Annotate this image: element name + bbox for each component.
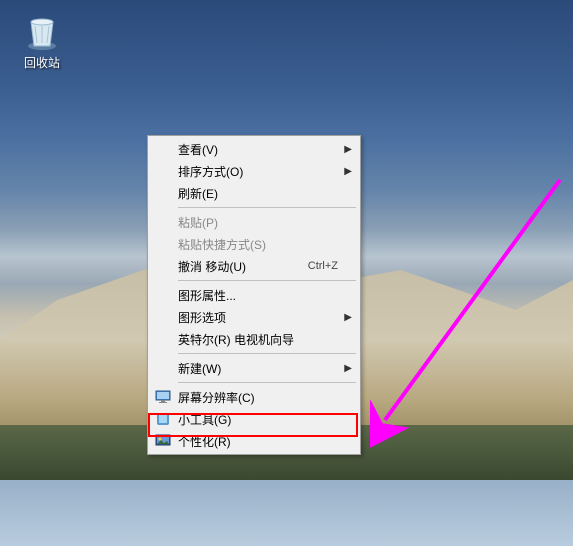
wallpaper-water: [0, 480, 573, 546]
menu-item-12[interactable]: 新建(W) ▶: [150, 357, 358, 379]
menu-item-label: 撤消 移动(U): [178, 258, 246, 275]
menu-separator: [178, 382, 356, 383]
menu-item-label: 个性化(R): [178, 433, 231, 450]
monitor-icon: [155, 389, 171, 405]
menu-shortcut: Ctrl+Z: [308, 260, 338, 272]
menu-item-4: 粘贴(P): [150, 211, 358, 233]
menu-item-label: 粘贴快捷方式(S): [178, 236, 266, 253]
recycle-bin-label: 回收站: [24, 54, 60, 71]
recycle-bin-icon[interactable]: 回收站: [12, 10, 72, 71]
chevron-right-icon: ▶: [344, 363, 352, 374]
menu-item-1[interactable]: 排序方式(O) ▶: [150, 160, 358, 182]
menu-item-label: 排序方式(O): [178, 163, 243, 180]
menu-item-label: 粘贴(P): [178, 214, 218, 231]
menu-item-label: 查看(V): [178, 141, 218, 158]
menu-item-label: 新建(W): [178, 360, 221, 377]
desktop-wallpaper[interactable]: 回收站 查看(V) ▶ 排序方式(O) ▶ 刷新(E) 粘贴(P) 粘贴快捷方式(S) 撤消 …: [0, 0, 573, 546]
chevron-right-icon: ▶: [344, 144, 352, 155]
personalize-icon: [155, 433, 171, 449]
menu-item-label: 图形属性...: [178, 287, 236, 304]
menu-item-2[interactable]: 刷新(E): [150, 182, 358, 204]
menu-item-5: 粘贴快捷方式(S): [150, 233, 358, 255]
menu-separator: [178, 280, 356, 281]
gadget-icon: [155, 411, 171, 427]
menu-item-15[interactable]: 小工具(G): [150, 408, 358, 430]
menu-item-label: 图形选项: [178, 309, 226, 326]
menu-item-0[interactable]: 查看(V) ▶: [150, 138, 358, 160]
desktop-context-menu: 查看(V) ▶ 排序方式(O) ▶ 刷新(E) 粘贴(P) 粘贴快捷方式(S) 撤消 移动(U…: [147, 135, 361, 455]
menu-separator: [178, 353, 356, 354]
chevron-right-icon: ▶: [344, 166, 352, 177]
menu-item-label: 屏幕分辨率(C): [178, 389, 255, 406]
menu-item-label: 英特尔(R) 电视机向导: [178, 331, 294, 348]
menu-item-label: 小工具(G): [178, 411, 231, 428]
chevron-right-icon: ▶: [344, 312, 352, 323]
menu-separator: [178, 207, 356, 208]
menu-item-8[interactable]: 图形属性...: [150, 284, 358, 306]
menu-item-16[interactable]: 个性化(R): [150, 430, 358, 452]
menu-item-9[interactable]: 图形选项 ▶: [150, 306, 358, 328]
menu-item-10[interactable]: 英特尔(R) 电视机向导: [150, 328, 358, 350]
menu-item-6[interactable]: 撤消 移动(U) Ctrl+Z: [150, 255, 358, 277]
menu-item-label: 刷新(E): [178, 185, 218, 202]
trash-icon: [21, 10, 63, 52]
menu-item-14[interactable]: 屏幕分辨率(C): [150, 386, 358, 408]
